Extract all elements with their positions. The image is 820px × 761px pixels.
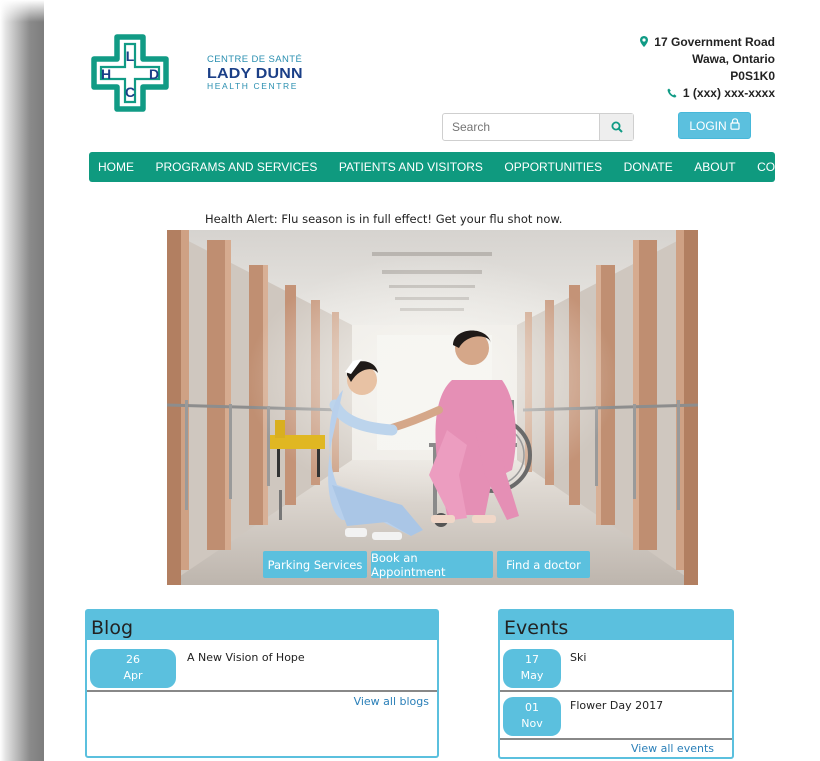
- nav-item-donate[interactable]: DONATE: [624, 160, 673, 174]
- parking-services-button[interactable]: Parking Services: [263, 551, 367, 578]
- phone-number[interactable]: 1 (xxx) xxx-xxxx: [683, 86, 775, 100]
- main-navigation: HOME PROGRAMS AND SERVICES PATIENTS AND …: [89, 152, 814, 182]
- address-city: Wawa, Ontario: [692, 52, 775, 66]
- blog-post-day: 26: [126, 653, 140, 666]
- blog-title: Blog: [87, 611, 437, 640]
- nav-item-contact[interactable]: CONTACT: [757, 160, 814, 174]
- window-shadow: [0, 0, 44, 761]
- event-day: 01: [525, 701, 539, 714]
- address-phone-line: 1 (xxx) xxx-xxxx: [640, 85, 775, 102]
- search-input[interactable]: [443, 114, 599, 140]
- health-alert: Health Alert: Flu season is in full effe…: [205, 212, 563, 226]
- event-date: 01 Nov: [503, 697, 561, 736]
- event-month: Nov: [521, 717, 543, 730]
- hero-banner: Parking Services Book an Appointment Fin…: [167, 230, 698, 585]
- address-street: 17 Government Road: [654, 35, 775, 49]
- nav-item-about[interactable]: ABOUT: [694, 160, 735, 174]
- events-title: Events: [500, 611, 732, 640]
- phone-icon: [667, 86, 680, 100]
- event-month: May: [520, 669, 544, 682]
- logo-line-english: HEALTH CENTRE: [207, 80, 299, 91]
- view-all-blogs-link[interactable]: View all blogs: [354, 695, 429, 708]
- logo-line-name: LADY DUNN: [207, 64, 303, 82]
- blog-post-title[interactable]: A New Vision of Hope: [187, 651, 305, 664]
- event-title[interactable]: Flower Day 2017: [570, 699, 663, 712]
- blog-panel: Blog 26 Apr A New Vision of Hope View al…: [85, 609, 439, 758]
- blog-post-date: 26 Apr: [90, 649, 176, 688]
- blog-post-row[interactable]: 26 Apr A New Vision of Hope: [87, 640, 437, 692]
- nav-item-opportunities[interactable]: OPPORTUNITIES: [504, 160, 602, 174]
- book-appointment-button[interactable]: Book an Appointment: [371, 551, 493, 579]
- nav-item-home[interactable]: HOME: [98, 160, 134, 174]
- event-title[interactable]: Ski: [570, 651, 586, 664]
- event-row[interactable]: 17 May Ski: [500, 640, 732, 692]
- address-postal: P0S1K0: [730, 69, 775, 83]
- logo-letter-l: L: [126, 48, 135, 64]
- events-panel: Events 17 May Ski 01 Nov Flower Day 2017…: [498, 609, 734, 759]
- nav-item-patients-and-visitors[interactable]: PATIENTS AND VISITORS: [339, 160, 483, 174]
- contact-address: 17 Government Road Wawa, Ontario P0S1K0 …: [639, 34, 775, 102]
- hospital-logo[interactable]: L H D C: [89, 33, 171, 113]
- logo-letter-c: C: [125, 84, 135, 100]
- logo-line-french: CENTRE DE SANTÉ: [207, 54, 303, 65]
- map-marker-icon: [639, 35, 651, 49]
- event-day: 17: [525, 653, 539, 666]
- view-all-events-link[interactable]: View all events: [631, 742, 714, 755]
- nav-item-programs-and-services[interactable]: PROGRAMS AND SERVICES: [156, 160, 318, 174]
- blog-post-month: Apr: [123, 669, 143, 682]
- login-button[interactable]: LOGIN: [678, 112, 751, 139]
- logo-letter-h: H: [101, 66, 111, 82]
- event-date: 17 May: [503, 649, 561, 688]
- logo-wordmark[interactable]: CENTRE DE SANTÉ LADY DUNN HEALTH CENTRE: [207, 55, 307, 90]
- hero-image: [167, 230, 698, 585]
- login-label: LOGIN: [689, 118, 727, 133]
- find-doctor-button[interactable]: Find a doctor: [497, 551, 590, 578]
- logo-letter-d: D: [149, 66, 159, 82]
- hero-buttons: Parking Services Book an Appointment Fin…: [263, 551, 590, 579]
- address-street-line: 17 Government Road: [639, 34, 775, 51]
- search-icon: [611, 118, 623, 137]
- search-box: [442, 113, 634, 141]
- event-row[interactable]: 01 Nov Flower Day 2017: [500, 692, 732, 740]
- lock-icon: [730, 118, 740, 133]
- search-button[interactable]: [599, 114, 633, 140]
